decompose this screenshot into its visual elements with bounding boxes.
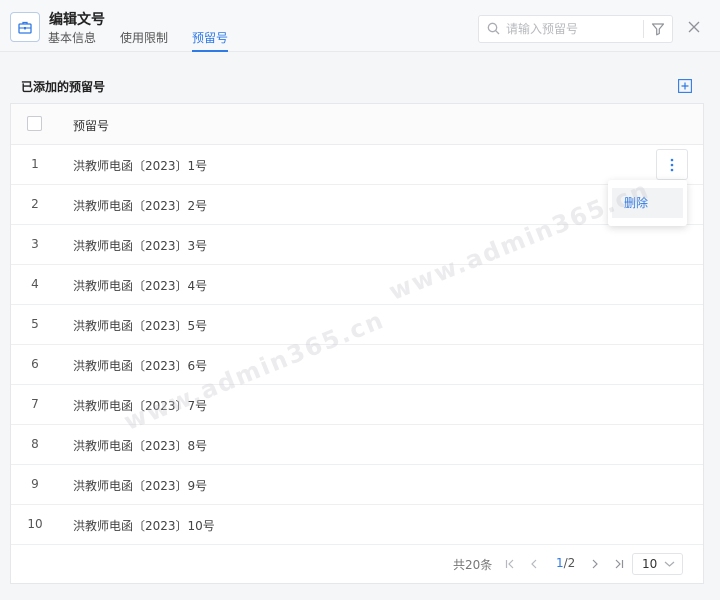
next-page-icon[interactable]: [589, 558, 601, 573]
table-row[interactable]: 6 洪教师电函〔2023〕6号: [11, 345, 703, 385]
row-index: 8: [31, 437, 39, 451]
close-icon[interactable]: [687, 20, 701, 37]
search-input[interactable]: [506, 20, 636, 38]
briefcase-icon: [10, 12, 40, 42]
row-index: 5: [31, 317, 39, 331]
pagination-total: 共20条: [453, 558, 493, 572]
row-index: 7: [31, 397, 39, 411]
page-size-select[interactable]: 10: [632, 553, 683, 575]
row-action-menu: 删除: [608, 180, 687, 226]
table-row[interactable]: 2 洪教师电函〔2023〕2号: [11, 185, 703, 225]
search-icon: [487, 22, 500, 38]
row-index: 10: [27, 517, 43, 531]
row-reserved-number: 洪教师电函〔2023〕1号: [73, 159, 208, 173]
row-reserved-number: 洪教师电函〔2023〕3号: [73, 239, 208, 253]
section-title: 已添加的预留号: [21, 80, 106, 94]
table-header: 预留号: [11, 104, 703, 145]
tab-reserved-numbers[interactable]: 预留号: [192, 31, 229, 52]
add-icon[interactable]: [678, 79, 692, 96]
dialog-header: 编辑文号 基本信息 使用限制 预留号: [0, 0, 720, 52]
delete-menu-item[interactable]: 删除: [612, 188, 683, 218]
row-index: 1: [31, 157, 39, 171]
column-header-reserved-number: 预留号: [73, 119, 110, 133]
total-pages: /2: [563, 556, 576, 570]
pagination-current: 1/2: [556, 556, 575, 570]
row-reserved-number: 洪教师电函〔2023〕4号: [73, 279, 208, 293]
reserved-number-table: 预留号 1 洪教师电函〔2023〕1号 2 洪教师电函〔2023〕2号 3 洪教…: [10, 103, 704, 584]
table-row[interactable]: 1 洪教师电函〔2023〕1号: [11, 145, 703, 185]
row-index: 4: [31, 277, 39, 291]
table-row[interactable]: 3 洪教师电函〔2023〕3号: [11, 225, 703, 265]
table-row[interactable]: 10 洪教师电函〔2023〕10号: [11, 505, 703, 545]
row-reserved-number: 洪教师电函〔2023〕10号: [73, 519, 215, 533]
page-size-value: 10: [642, 557, 658, 571]
table-row[interactable]: 8 洪教师电函〔2023〕8号: [11, 425, 703, 465]
row-reserved-number: 洪教师电函〔2023〕8号: [73, 439, 208, 453]
row-index: 6: [31, 357, 39, 371]
row-index: 9: [31, 477, 39, 491]
table-row[interactable]: 7 洪教师电函〔2023〕7号: [11, 385, 703, 425]
search-divider: [643, 20, 644, 38]
select-all-checkbox[interactable]: [27, 116, 42, 131]
row-index: 2: [31, 197, 39, 211]
prev-page-icon[interactable]: [528, 558, 540, 573]
table-row[interactable]: 4 洪教师电函〔2023〕4号: [11, 265, 703, 305]
more-vertical-icon[interactable]: [656, 149, 688, 180]
row-reserved-number: 洪教师电函〔2023〕9号: [73, 479, 208, 493]
filter-icon[interactable]: [651, 22, 665, 39]
current-page-number: 1: [556, 556, 564, 570]
row-index: 3: [31, 237, 39, 251]
search-box: [478, 15, 673, 43]
tab-basic-info[interactable]: 基本信息: [48, 31, 96, 52]
chevron-down-icon: [664, 561, 675, 567]
row-reserved-number: 洪教师电函〔2023〕6号: [73, 359, 208, 373]
row-reserved-number: 洪教师电函〔2023〕2号: [73, 199, 208, 213]
tab-usage-limits[interactable]: 使用限制: [120, 31, 168, 52]
table-row[interactable]: 9 洪教师电函〔2023〕9号: [11, 465, 703, 505]
row-reserved-number: 洪教师电函〔2023〕7号: [73, 399, 208, 413]
table-row[interactable]: 5 洪教师电函〔2023〕5号: [11, 305, 703, 345]
last-page-icon[interactable]: [613, 558, 625, 573]
page-title: 编辑文号: [49, 12, 105, 28]
first-page-icon[interactable]: [504, 558, 516, 573]
row-reserved-number: 洪教师电函〔2023〕5号: [73, 319, 208, 333]
